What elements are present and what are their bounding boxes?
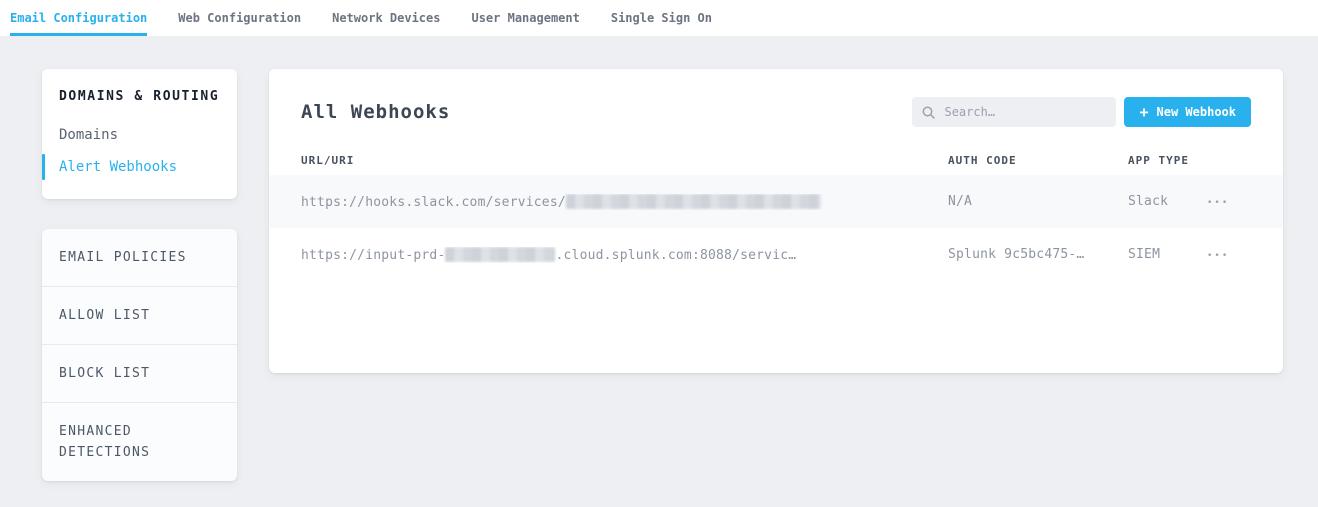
sidebar-item-email-policies[interactable]: EMAIL POLICIES [42, 229, 237, 286]
sidebar-item-alert-webhooks[interactable]: Alert Webhooks [59, 151, 220, 183]
column-header-app-type: APP TYPE [1128, 154, 1207, 167]
tab-user-management[interactable]: User Management [471, 0, 579, 36]
row-menu-icon[interactable]: ••• [1207, 196, 1229, 208]
app-type-cell: SIEM [1128, 247, 1207, 262]
page-title: All Webhooks [301, 101, 450, 123]
table-header-row: URL/URI AUTH CODE APP TYPE [269, 145, 1283, 175]
domains-routing-title: DOMAINS & ROUTING [59, 89, 220, 104]
search-input[interactable] [944, 105, 1106, 119]
content-area: DOMAINS & ROUTING Domains Alert Webhooks… [0, 37, 1318, 481]
domains-routing-card: DOMAINS & ROUTING Domains Alert Webhooks [42, 69, 237, 199]
webhook-url-cell: https://hooks.slack.com/services/ [301, 194, 948, 210]
tab-web-configuration[interactable]: Web Configuration [178, 0, 301, 36]
auth-code-cell: Splunk 9c5bc475-… [948, 247, 1128, 262]
row-menu-icon[interactable]: ••• [1207, 249, 1229, 261]
redacted-blur [445, 247, 555, 262]
tab-network-devices[interactable]: Network Devices [332, 0, 440, 36]
app-type-cell: Slack [1128, 194, 1207, 209]
sidebar-item-allow-list[interactable]: ALLOW LIST [42, 286, 237, 344]
webhooks-panel: All Webhooks + New Webhook URL/URI AUTH … [269, 69, 1283, 373]
tab-email-configuration[interactable]: Email Configuration [10, 0, 147, 36]
new-webhook-button-label: New Webhook [1157, 105, 1236, 119]
webhooks-panel-header: All Webhooks + New Webhook [269, 69, 1283, 145]
sidebar: DOMAINS & ROUTING Domains Alert Webhooks… [42, 69, 237, 481]
table-row: https://input-prd-.cloud.splunk.com:8088… [269, 228, 1283, 281]
sidebar-sections-card: EMAIL POLICIES ALLOW LIST BLOCK LIST ENH… [42, 229, 237, 481]
column-header-url: URL/URI [301, 154, 948, 167]
column-header-auth-code: AUTH CODE [948, 154, 1128, 167]
redacted-blur [566, 194, 821, 209]
new-webhook-button[interactable]: + New Webhook [1124, 97, 1251, 127]
search-icon [922, 106, 935, 119]
webhook-url-cell: https://input-prd-.cloud.splunk.com:8088… [301, 247, 948, 263]
table-row: https://hooks.slack.com/services/ N/A Sl… [269, 175, 1283, 228]
sidebar-item-domains[interactable]: Domains [59, 119, 220, 151]
top-nav: Email Configuration Web Configuration Ne… [0, 0, 1318, 37]
header-actions: + New Webhook [912, 97, 1251, 127]
plus-icon: + [1139, 105, 1148, 120]
search-box [912, 97, 1116, 127]
sidebar-item-enhanced-detections[interactable]: ENHANCED DETECTIONS [42, 402, 237, 481]
auth-code-cell: N/A [948, 194, 1128, 209]
tab-single-sign-on[interactable]: Single Sign On [611, 0, 712, 36]
sidebar-item-block-list[interactable]: BLOCK LIST [42, 344, 237, 402]
